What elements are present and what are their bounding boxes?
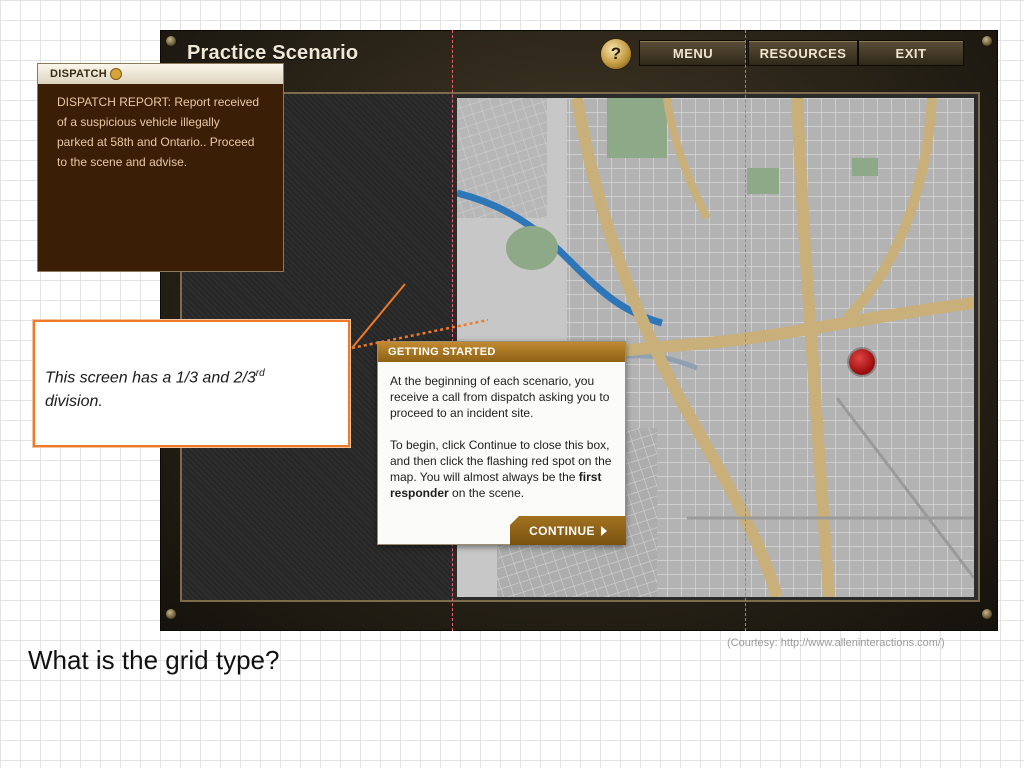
getting-started-dialog: GETTING STARTED At the beginning of each… xyxy=(377,341,626,545)
screw-icon xyxy=(165,35,177,47)
dispatch-title: DISPATCH xyxy=(50,68,107,80)
play-arrow-icon xyxy=(600,525,607,536)
menu-button[interactable]: MENU xyxy=(639,40,747,66)
dispatch-line: to the scene and advise. xyxy=(57,155,188,169)
continue-button[interactable]: CONTINUE xyxy=(510,516,626,545)
getting-started-body: At the beginning of each scenario, you r… xyxy=(378,362,625,501)
continue-label: CONTINUE xyxy=(529,523,595,538)
getting-started-title: GETTING STARTED xyxy=(378,342,625,362)
exit-button[interactable]: EXIT xyxy=(858,40,964,66)
app-title: Practice Scenario xyxy=(187,42,359,64)
dispatch-header: DISPATCH xyxy=(38,64,283,84)
dispatch-report: DISPATCH REPORT: Report received of a su… xyxy=(38,84,283,172)
courtesy-credit: (Courtesy: http://www.alleninteractions.… xyxy=(727,637,945,649)
slide-question: What is the grid type? xyxy=(28,645,280,675)
screw-icon xyxy=(165,608,177,620)
dispatch-panel: DISPATCH DISPATCH REPORT: Report receive… xyxy=(37,63,284,272)
dispatch-line: parked at 58th and Ontario.. Proceed xyxy=(57,135,255,149)
help-button[interactable]: ? xyxy=(600,38,632,70)
help-icon: ? xyxy=(610,44,622,63)
screw-icon xyxy=(981,608,993,620)
incident-spot-marker[interactable] xyxy=(849,349,875,375)
callout-text: This screen has a 1/3 and 2/3rd division. xyxy=(45,368,265,411)
guide-line-two-thirds xyxy=(745,30,746,631)
annotation-callout: This screen has a 1/3 and 2/3rd division. xyxy=(33,320,350,447)
screw-icon xyxy=(981,35,993,47)
radio-icon xyxy=(110,68,122,80)
resources-button[interactable]: RESOURCES xyxy=(748,40,858,66)
dispatch-line: DISPATCH REPORT: Report received xyxy=(57,95,260,109)
instructions-paragraph: To begin, click Continue to close this b… xyxy=(390,438,612,500)
dispatch-line: of a suspicious vehicle illegally xyxy=(57,115,220,129)
instructions-paragraph: At the beginning of each scenario, you r… xyxy=(390,374,610,420)
